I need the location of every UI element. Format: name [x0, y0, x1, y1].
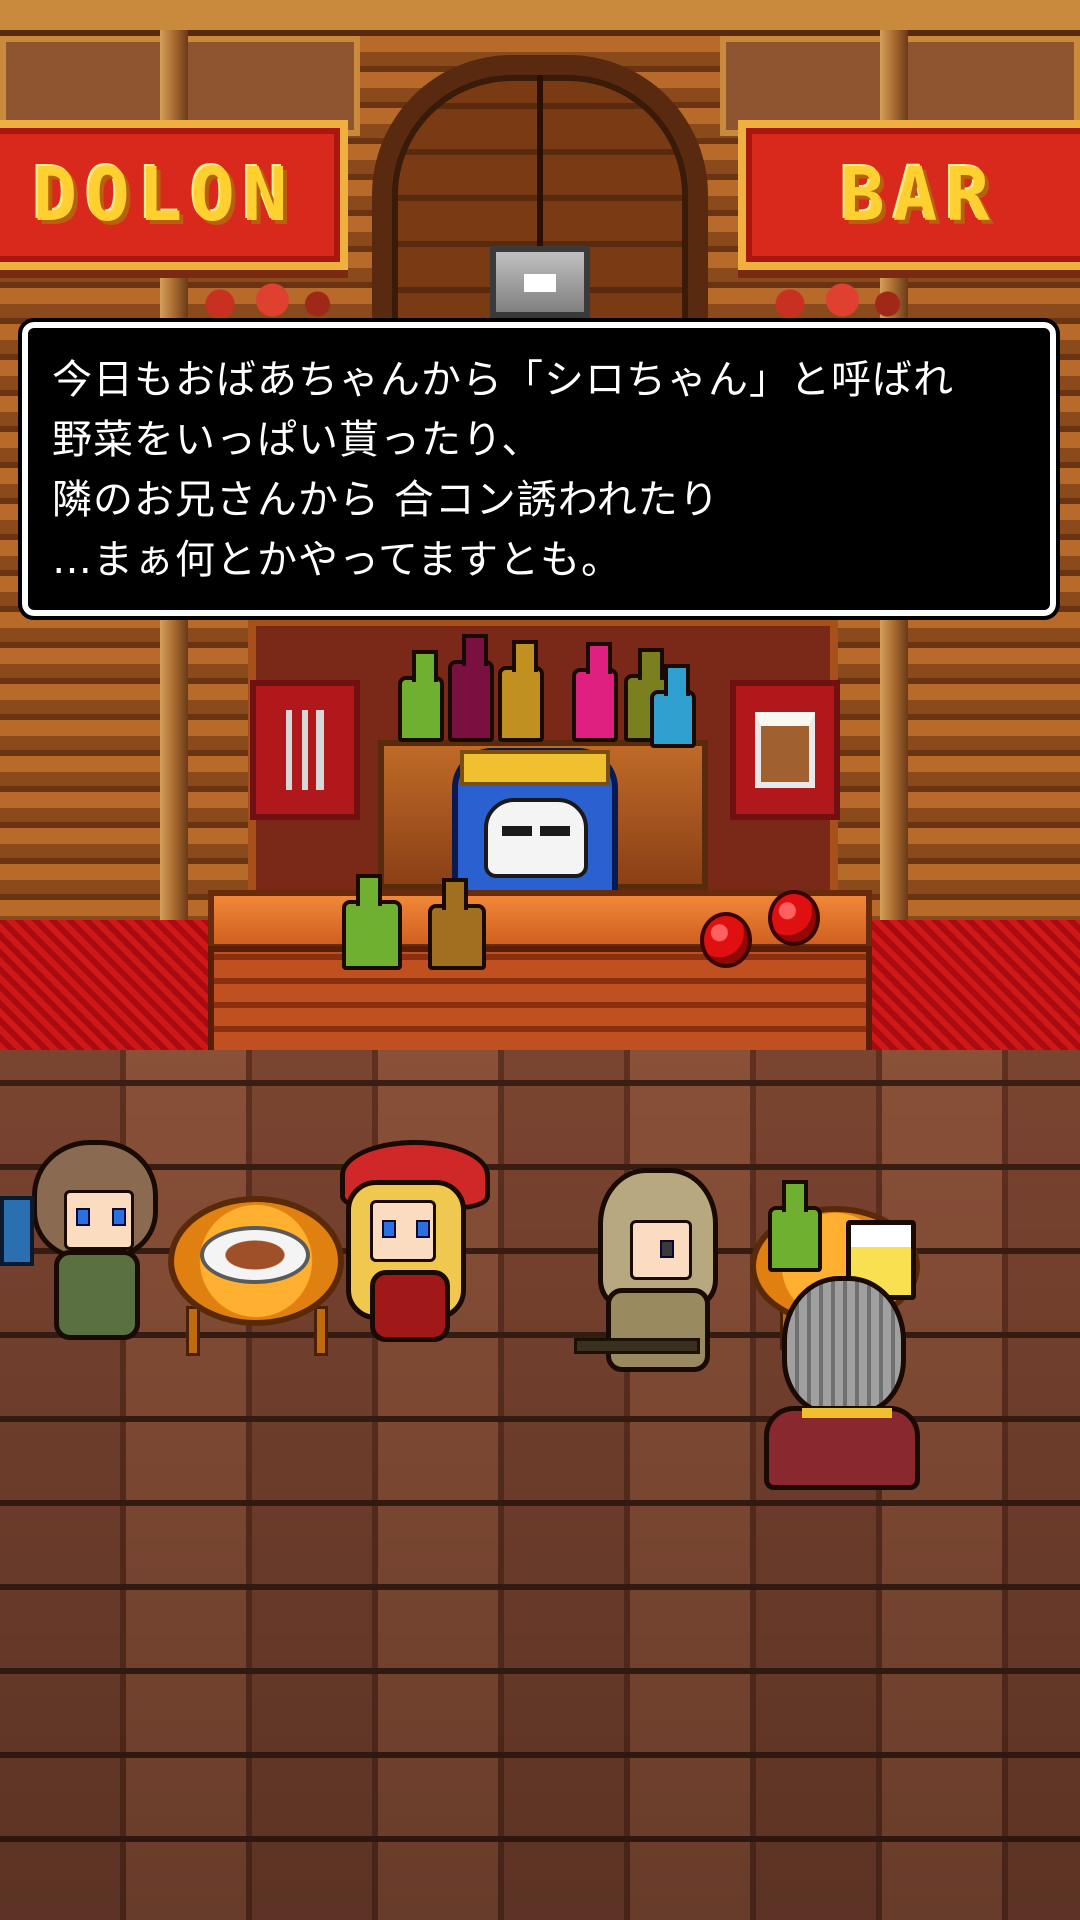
bartender-crown: [460, 750, 610, 786]
fork-knife-icon: [280, 710, 330, 790]
table-bottle: [768, 1180, 822, 1272]
npc-eye: [382, 1220, 396, 1238]
sign-left: DOLON: [0, 120, 348, 270]
sign-right: BAR: [738, 120, 1080, 270]
game-scene[interactable]: DOLON BAR 今日もおばあちゃんから「シロちゃん」と呼ばれ 野菜をいっぱい…: [0, 0, 1080, 1920]
npc-body: [370, 1270, 450, 1342]
staff: [574, 1338, 700, 1354]
bottle-pink: [572, 642, 618, 742]
npc-grey-hair: [782, 1276, 906, 1416]
npc-body: [606, 1288, 710, 1372]
counter-bottle-green: [342, 874, 402, 970]
npc-blue-cape: [0, 1196, 34, 1266]
npc-red-hat-girl[interactable]: [340, 1140, 500, 1350]
dialog-line-2: 野菜をいっぱい貰ったり、: [52, 417, 543, 463]
counter-bottle-amber: [428, 878, 486, 970]
npc-grandma[interactable]: [756, 1276, 926, 1496]
bar-counter-front: [208, 946, 872, 1056]
dialog-line-1: 今日もおばあちゃんから「シロちゃん」と呼ばれ: [52, 357, 954, 403]
apple: [768, 890, 820, 946]
flower-planter-right: [760, 280, 910, 320]
beer-mug-icon: [755, 712, 815, 788]
bottle-purple: [448, 634, 494, 742]
food-plate: [200, 1226, 310, 1284]
dialog-box[interactable]: 今日もおばあちゃんから「シロちゃん」と呼ばれ 野菜をいっぱい貰ったり、 隣のお兄…: [18, 318, 1060, 620]
npc-body: [764, 1406, 920, 1490]
table-leg: [186, 1306, 200, 1356]
npc-eye: [416, 1220, 430, 1238]
bottle-amber: [498, 640, 544, 742]
dialog-line-3: 隣のお兄さんから 合コン誘われたり: [52, 477, 720, 523]
apple: [700, 912, 752, 968]
dialog-line-4: …まぁ何とかやってますとも。: [52, 537, 622, 583]
bottle-green: [398, 650, 444, 742]
table-leg: [314, 1306, 328, 1356]
sign-left-text: DOLON: [32, 152, 296, 238]
npc-eye: [76, 1208, 90, 1226]
poster-right: [730, 680, 840, 820]
npc-goggles-girl[interactable]: [20, 1140, 170, 1350]
bottle-blue: [650, 664, 696, 748]
npc-eye: [112, 1208, 126, 1226]
npc-body: [54, 1250, 140, 1340]
sign-right-text: BAR: [840, 152, 998, 238]
lock-icon: [490, 246, 590, 318]
npc-eye: [660, 1240, 674, 1258]
poster-left: [250, 680, 360, 820]
bartender-skull-face: [484, 798, 588, 878]
flower-planter-left: [190, 280, 340, 320]
npc-collar: [802, 1408, 892, 1418]
